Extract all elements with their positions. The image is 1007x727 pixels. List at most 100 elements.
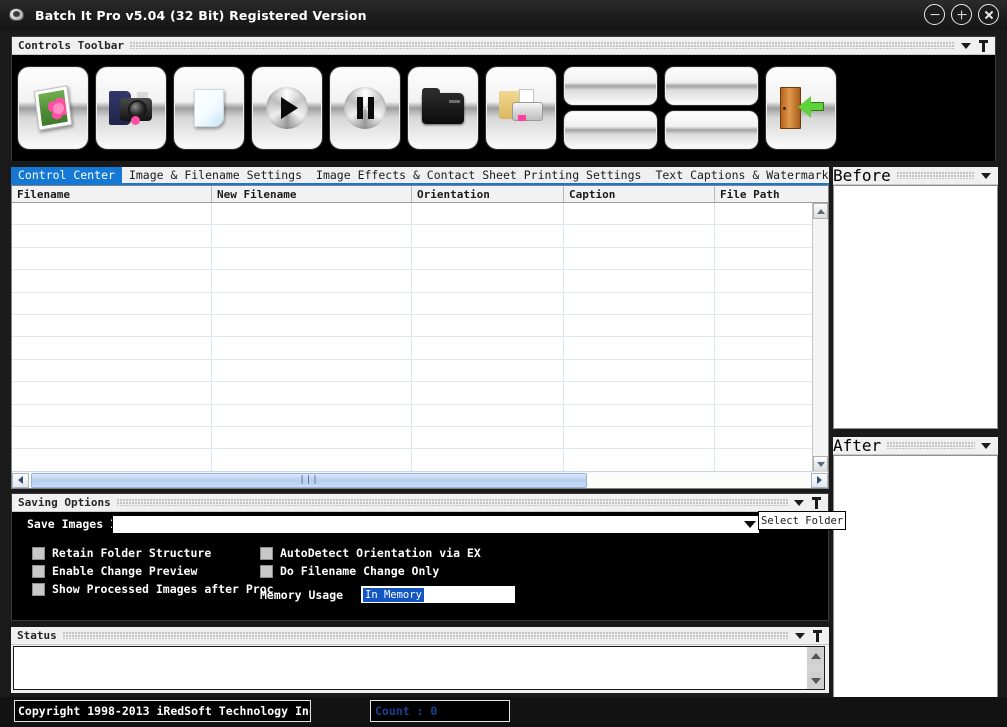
toolbar-button-strip: [12, 55, 995, 161]
scroll-down-icon[interactable]: [807, 672, 824, 689]
chevron-down-icon[interactable]: [741, 517, 758, 532]
table-row[interactable]: [12, 270, 828, 293]
pause-process-button[interactable]: [330, 67, 400, 149]
grid-vertical-scrollbar[interactable]: [812, 203, 828, 472]
minimize-button[interactable]: [924, 4, 945, 25]
add-images-button[interactable]: [18, 67, 88, 149]
retain-folder-structure-row[interactable]: Retain Folder Structure: [32, 546, 274, 560]
enable-change-preview-row[interactable]: Enable Change Preview: [32, 564, 274, 578]
grid-body[interactable]: [12, 203, 828, 472]
controls-toolbar-header: Controls Toolbar: [12, 37, 995, 55]
status-log-area[interactable]: [13, 646, 825, 690]
table-cell: [412, 314, 564, 337]
chevron-down-icon[interactable]: [961, 42, 971, 49]
column-header-file-path[interactable]: File Path: [715, 186, 810, 202]
close-button[interactable]: [978, 4, 999, 25]
new-list-button[interactable]: [174, 67, 244, 149]
blank-button-a-bottom[interactable]: [564, 111, 657, 149]
save-images-in-combo[interactable]: [112, 515, 760, 534]
scroll-up-icon[interactable]: [807, 647, 824, 664]
column-header-new-filename[interactable]: New Filename: [212, 186, 412, 202]
table-cell: [564, 382, 715, 404]
table-row[interactable]: [12, 203, 828, 226]
pin-icon[interactable]: [813, 629, 822, 642]
table-row[interactable]: [12, 404, 828, 427]
maximize-button[interactable]: [951, 4, 972, 25]
show-processed-images-row[interactable]: Show Processed Images after Proce: [32, 582, 274, 596]
autodetect-orientation-checkbox[interactable]: [260, 546, 273, 560]
after-panel-title: After: [833, 436, 882, 455]
table-cell: [212, 270, 412, 292]
table-row[interactable]: [12, 382, 828, 405]
table-cell: [12, 314, 212, 337]
pin-icon[interactable]: [812, 496, 821, 509]
folder-printer-icon: [499, 89, 543, 127]
do-filename-change-only-checkbox[interactable]: [260, 564, 273, 578]
tab-image-effects-contact-sheet[interactable]: Image Effects & Contact Sheet Printing S…: [309, 167, 648, 183]
chevron-down-icon[interactable]: [795, 632, 805, 639]
blank-button-b-top[interactable]: [665, 67, 758, 105]
table-row[interactable]: [12, 314, 828, 338]
scroll-left-icon[interactable]: [12, 472, 29, 488]
table-cell: [12, 270, 212, 292]
column-header-caption[interactable]: Caption: [564, 186, 715, 202]
blank-button-b-bottom[interactable]: [665, 111, 758, 149]
blank-button-group-a: [564, 67, 657, 149]
header-dot-separator: [129, 42, 955, 49]
controls-toolbar-panel: Controls Toolbar: [11, 36, 996, 161]
exit-button[interactable]: [766, 67, 836, 149]
blank-page-icon: [194, 89, 224, 127]
chevron-down-icon[interactable]: [981, 442, 991, 449]
print-folder-button[interactable]: [486, 67, 556, 149]
table-row[interactable]: [12, 247, 828, 271]
enable-change-preview-checkbox[interactable]: [32, 564, 45, 578]
hscroll-thumb[interactable]: |||: [31, 472, 587, 488]
table-row[interactable]: [12, 426, 828, 450]
chevron-down-icon[interactable]: [794, 499, 804, 506]
column-header-orientation[interactable]: Orientation: [412, 186, 564, 202]
table-cell: [12, 449, 212, 471]
chevron-down-icon[interactable]: [981, 172, 991, 179]
after-dot-separator: [887, 442, 975, 449]
table-cell: [564, 359, 715, 382]
after-preview-area[interactable]: [833, 455, 998, 709]
pause-icon: [344, 87, 386, 129]
table-cell: [564, 292, 715, 314]
start-process-button[interactable]: [252, 67, 322, 149]
tab-image-filename-settings[interactable]: Image & Filename Settings: [122, 167, 309, 183]
table-row[interactable]: [12, 292, 828, 315]
window-title: Batch It Pro v5.04 (32 Bit) Registered V…: [35, 7, 367, 23]
add-folder-images-button[interactable]: [96, 67, 166, 149]
memory-usage-combo[interactable]: In Memory: [360, 585, 516, 604]
autodetect-orientation-row[interactable]: AutoDetect Orientation via EX: [260, 546, 481, 560]
table-cell: [715, 293, 810, 314]
tab-control-center[interactable]: Control Center: [11, 167, 122, 183]
select-folder-button[interactable]: Select Folder: [758, 511, 847, 530]
status-scrollbar[interactable]: [807, 647, 824, 689]
table-row[interactable]: [12, 359, 828, 383]
hscroll-track[interactable]: |||: [29, 472, 811, 488]
blank-button-a-top[interactable]: [564, 67, 657, 105]
pin-icon[interactable]: [979, 39, 988, 52]
status-panel: Status: [11, 627, 829, 693]
grid-horizontal-scrollbar[interactable]: |||: [12, 471, 828, 488]
column-header-filename[interactable]: Filename: [12, 186, 212, 202]
folder-camera-icon: [109, 89, 153, 127]
scroll-right-icon[interactable]: [811, 472, 828, 488]
before-dot-separator: [896, 172, 975, 179]
status-panel-header: Status: [11, 627, 829, 645]
table-row[interactable]: [12, 337, 828, 360]
do-filename-change-only-row[interactable]: Do Filename Change Only: [260, 564, 481, 578]
table-cell: [564, 225, 715, 247]
open-folder-button[interactable]: [408, 67, 478, 149]
table-cell: [715, 270, 810, 291]
scroll-down-icon[interactable]: [813, 456, 828, 472]
show-processed-images-checkbox[interactable]: [32, 582, 45, 596]
scroll-up-icon[interactable]: [813, 203, 828, 219]
status-dot-separator: [62, 632, 789, 639]
table-cell: [564, 270, 715, 292]
table-row[interactable]: [12, 225, 828, 248]
before-preview-area[interactable]: [833, 185, 998, 429]
retain-folder-structure-checkbox[interactable]: [32, 546, 45, 560]
table-row[interactable]: [12, 449, 828, 472]
